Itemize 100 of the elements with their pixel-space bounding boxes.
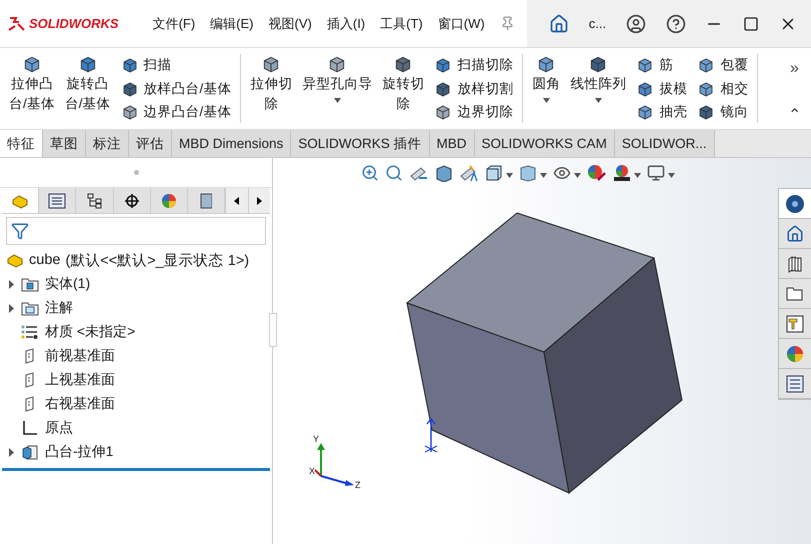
scroll-right-button[interactable] — [248, 188, 270, 213]
origin-axes-icon — [21, 420, 39, 436]
axis-label: X — [309, 466, 316, 476]
right-triangle-icon — [256, 196, 262, 204]
task-pane-tab[interactable] — [779, 249, 811, 279]
panel-tab[interactable] — [188, 188, 226, 213]
tree-item[interactable]: 原点 — [45, 419, 73, 437]
caret-icon — [542, 98, 550, 103]
part-name[interactable]: cube — [29, 252, 60, 268]
maximize-icon[interactable] — [743, 16, 760, 32]
panel-tab[interactable] — [114, 188, 151, 213]
list-icon — [786, 374, 804, 392]
globe-icon — [785, 194, 805, 214]
hide-show-button[interactable] — [553, 164, 581, 182]
ribbon-button[interactable]: 异型孔向导 — [299, 54, 376, 123]
expand-toggle[interactable] — [8, 280, 15, 288]
view-settings-button[interactable] — [647, 164, 675, 182]
ribbon-button[interactable]: 相交 — [694, 78, 752, 100]
filter-icon — [11, 222, 29, 240]
panel-handle[interactable] — [269, 313, 277, 347]
ribbon-button[interactable]: 放样凸台/基体 — [118, 78, 234, 100]
ribbon-button[interactable]: 拉伸凸 台/基体 — [6, 54, 58, 123]
tree-item[interactable]: 注解 — [45, 299, 73, 317]
scene-button[interactable] — [613, 164, 641, 182]
home-icon[interactable] — [549, 14, 569, 34]
ribbon-button[interactable]: 包覆 — [694, 54, 752, 76]
color-ball-icon — [786, 344, 804, 362]
ribbon-button[interactable]: 放样切割 — [431, 78, 516, 100]
home-icon — [786, 224, 804, 242]
menu-item[interactable]: 插入(I) — [326, 14, 366, 32]
cube-model-drawing[interactable] — [406, 212, 684, 494]
menu-item[interactable]: 文件(F) — [152, 14, 196, 32]
annotation-view-button[interactable] — [459, 164, 479, 182]
menu-item[interactable]: 编辑(E) — [210, 14, 254, 32]
ribbon-button[interactable]: 旋转凸 台/基体 — [62, 54, 114, 123]
ribbon-tab[interactable]: MBD Dimensions — [172, 130, 292, 157]
collapse-button[interactable]: ⌃ — [788, 105, 801, 125]
display-style-button[interactable] — [519, 164, 547, 182]
zoom-area-button[interactable] — [385, 164, 403, 182]
part-icon — [11, 192, 30, 208]
task-pane-tab[interactable] — [779, 279, 811, 309]
zoom-fit-button[interactable] — [361, 164, 379, 182]
ribbon-button[interactable]: 筋 — [633, 54, 690, 76]
folder-icon — [786, 286, 804, 302]
ribbon-tab[interactable]: SOLIDWORKS CAM — [474, 130, 615, 157]
ribbon-button[interactable]: 圆角 — [529, 54, 564, 123]
search-text[interactable]: c... — [588, 16, 606, 31]
menu-item[interactable]: 工具(T) — [380, 14, 423, 32]
ribbon-button[interactable]: 旋转切 除 — [379, 54, 428, 123]
filter-field[interactable] — [6, 217, 266, 245]
help-icon[interactable] — [666, 14, 686, 34]
list-icon — [48, 192, 66, 208]
left-triangle-icon — [234, 196, 240, 204]
ribbon-button[interactable]: 镜向 — [694, 101, 752, 124]
section-view-button[interactable] — [435, 164, 453, 182]
tree-item[interactable]: 材质 <未指定> — [45, 323, 136, 341]
ribbon-button[interactable]: 线性阵列 — [567, 54, 630, 123]
expand-toggle[interactable] — [8, 304, 15, 312]
user-icon[interactable] — [626, 14, 646, 34]
view-orientation-button[interactable] — [485, 164, 513, 182]
ribbon-tab[interactable]: 标注 — [86, 130, 129, 157]
scroll-left-button[interactable] — [225, 188, 248, 213]
ribbon-button[interactable]: 拉伸切 除 — [247, 54, 296, 123]
task-pane-tab[interactable] — [779, 189, 811, 219]
task-pane-tab[interactable] — [779, 309, 811, 339]
folder-letter-icon — [21, 300, 39, 316]
task-pane-tab[interactable] — [779, 369, 811, 399]
menu-item[interactable]: 视图(V) — [268, 14, 312, 32]
tree-item[interactable]: 凸台-拉伸1 — [45, 443, 114, 461]
folder-cube-icon — [21, 276, 39, 292]
extruded-block-icon — [21, 444, 39, 460]
ribbon-button[interactable]: 边界切除 — [431, 101, 516, 124]
ribbon-button[interactable]: 拔模 — [633, 78, 690, 100]
ribbon-tab[interactable]: SOLIDWORKS 插件 — [291, 130, 430, 157]
expand-toggle[interactable] — [8, 448, 15, 456]
more-button[interactable]: » — [788, 60, 801, 78]
material-list-icon — [21, 324, 39, 340]
ribbon-button[interactable]: 边界凸台/基体 — [118, 101, 234, 124]
ribbon-tab[interactable]: MBD — [430, 130, 475, 157]
panel-tab[interactable] — [76, 188, 114, 213]
tree-item[interactable]: 实体(1) — [45, 275, 90, 293]
caret-icon — [594, 98, 602, 103]
panel-tab[interactable] — [39, 188, 76, 213]
caret-icon — [540, 172, 547, 178]
tree-item[interactable]: 上视基准面 — [45, 371, 115, 389]
pin-icon[interactable] — [500, 16, 515, 31]
ribbon-tab[interactable]: 草图 — [43, 130, 86, 157]
axis-label: Z — [355, 480, 360, 490]
edit-appearance-button[interactable] — [587, 164, 607, 182]
ribbon-button[interactable]: 扫描 — [118, 54, 234, 76]
ribbon-button[interactable]: 扫描切除 — [431, 54, 516, 76]
menu-item[interactable]: 窗口(W) — [438, 14, 485, 32]
ribbon-tab[interactable]: SOLIDWOR... — [614, 130, 715, 157]
ribbon-tab[interactable]: 特征 — [0, 130, 43, 157]
ribbon-tab[interactable]: 评估 — [129, 130, 172, 157]
ribbon-button[interactable]: 抽壳 — [633, 101, 690, 124]
origin-arrows-icon — [423, 416, 439, 454]
tree-item[interactable]: 前视基准面 — [45, 347, 115, 365]
tree-item[interactable]: 右视基准面 — [45, 395, 115, 413]
grip-dot[interactable] — [134, 170, 138, 175]
